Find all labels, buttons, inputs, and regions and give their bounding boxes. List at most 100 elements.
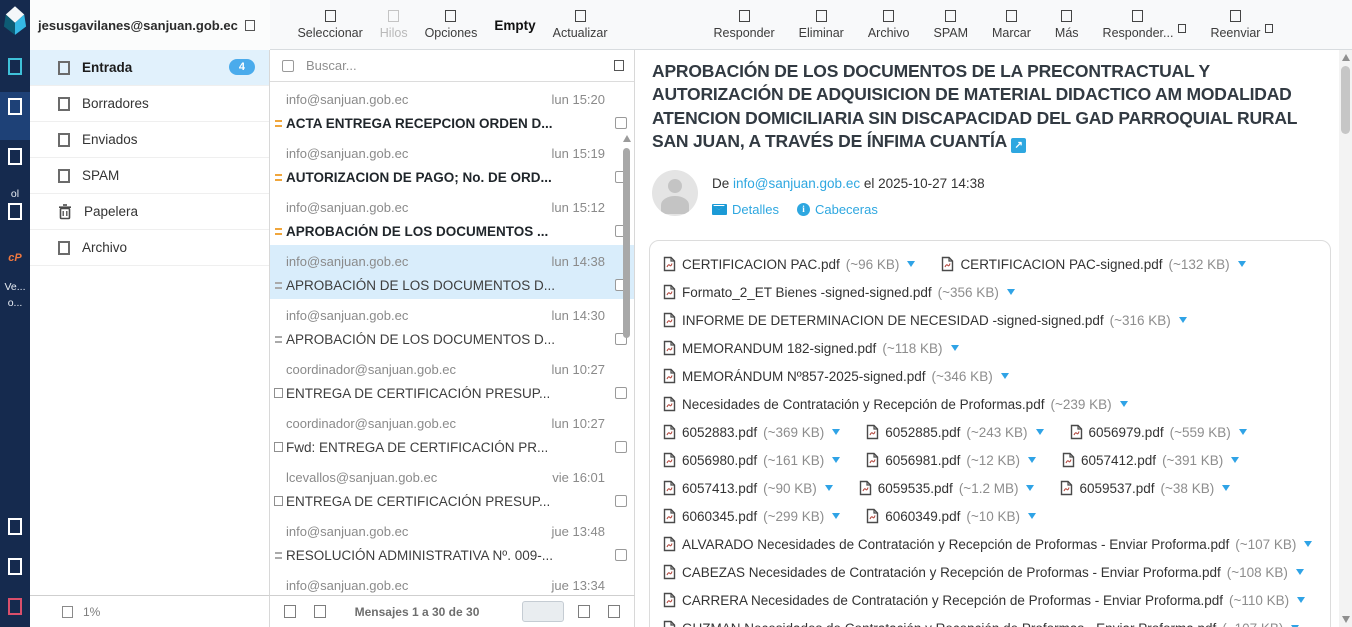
attachment-menu-caret-icon[interactable] <box>832 513 840 519</box>
attachment-menu-caret-icon[interactable] <box>1222 485 1230 491</box>
attachment-menu-caret-icon[interactable] <box>1231 457 1239 463</box>
cabeceras-link[interactable]: iCabeceras <box>797 202 878 217</box>
list-seleccionar-button[interactable]: Seleccionar <box>297 10 362 40</box>
gem-logo-icon[interactable] <box>0 0 30 42</box>
attachment-menu-caret-icon[interactable] <box>1179 317 1187 323</box>
attachment-chip[interactable]: ALVARADO Necesidades de Contratación y R… <box>663 536 1312 552</box>
message-sender-row[interactable]: info@sanjuan.gob.ecjue 13:48 <box>270 515 635 541</box>
list-empty-button[interactable]: Empty <box>494 18 535 33</box>
detalles-link[interactable]: Detalles <box>712 202 779 217</box>
attachment-chip[interactable]: 6052885.pdf(~243 KB) <box>866 424 1043 440</box>
sender-email-link[interactable]: info@sanjuan.gob.ec <box>733 176 860 191</box>
list-item[interactable]: coordinador@sanjuan.gob.eclun 10:27ENTRE… <box>270 353 635 407</box>
app-icon-mail[interactable] <box>0 98 30 115</box>
app-icon-6[interactable] <box>0 598 30 615</box>
attachment-menu-caret-icon[interactable] <box>1007 289 1015 295</box>
tab-label-truncated-2[interactable]: Ve... <box>0 281 30 293</box>
attachment-chip[interactable]: MEMORANDUM 182-signed.pdf(~118 KB) <box>663 340 959 356</box>
msg-spam-button[interactable]: SPAM <box>934 10 969 40</box>
attachment-chip[interactable]: 6060349.pdf(~10 KB) <box>866 508 1036 524</box>
pager-prev-icon[interactable] <box>314 605 326 618</box>
attachment-chip[interactable]: 6056981.pdf(~12 KB) <box>866 452 1036 468</box>
pager-last-icon[interactable] <box>608 605 620 618</box>
attachment-menu-caret-icon[interactable] <box>907 261 915 267</box>
sidebar-item-enviados[interactable]: Enviados <box>30 122 269 158</box>
scroll-up-icon[interactable] <box>1342 54 1350 61</box>
attachment-chip[interactable]: 6056980.pdf(~161 KB) <box>663 452 840 468</box>
search-input[interactable]: Buscar... <box>306 58 602 73</box>
msg-marcar-button[interactable]: Marcar <box>992 10 1031 40</box>
attachment-chip[interactable]: CERTIFICACION PAC.pdf(~96 KB) <box>663 256 915 272</box>
dropdown-caret-icon[interactable] <box>1265 24 1273 33</box>
pager-first-icon[interactable] <box>284 605 296 618</box>
attachment-chip[interactable]: Formato_2_ET Bienes -signed-signed.pdf(~… <box>663 284 1015 300</box>
message-sender-row[interactable]: info@sanjuan.gob.eclun 15:12 <box>270 191 635 217</box>
app-icon-1[interactable] <box>0 58 30 75</box>
attachment-menu-caret-icon[interactable] <box>832 457 840 463</box>
message-sender-row[interactable]: coordinador@sanjuan.gob.eclun 10:27 <box>270 353 635 379</box>
scroll-up-icon[interactable] <box>623 135 631 142</box>
msg-responder-button[interactable]: Responder... <box>1103 10 1174 40</box>
attachment-menu-caret-icon[interactable] <box>1238 261 1246 267</box>
message-sender-row[interactable]: info@sanjuan.gob.eclun 14:38 <box>270 245 635 271</box>
attachment-menu-caret-icon[interactable] <box>1028 513 1036 519</box>
sidebar-item-papelera[interactable]: Papelera <box>30 194 269 230</box>
attachment-chip[interactable]: GUZMAN Necesidades de Contratación y Rec… <box>663 620 1299 627</box>
list-item[interactable]: info@sanjuan.gob.eclun 15:19AUTORIZACION… <box>270 137 635 191</box>
message-subject-row[interactable]: Fwd: ENTREGA DE CERTIFICACIÓN PR... <box>270 433 635 461</box>
sidebar-item-borradores[interactable]: Borradores <box>30 86 269 122</box>
message-subject-row[interactable]: AUTORIZACION DE PAGO; No. DE ORD... <box>270 163 635 191</box>
scrollbar-thumb[interactable] <box>623 148 630 338</box>
attachment-chip[interactable]: 6057413.pdf(~90 KB) <box>663 480 833 496</box>
attachment-menu-caret-icon[interactable] <box>1026 485 1034 491</box>
list-item[interactable]: info@sanjuan.gob.eclun 14:30APROBACIÓN D… <box>270 299 635 353</box>
attachment-chip[interactable]: 6059537.pdf(~38 KB) <box>1060 480 1230 496</box>
list-item[interactable]: lcevallos@sanjuan.gob.ecvie 16:01ENTREGA… <box>270 461 635 515</box>
open-in-new-window-icon[interactable]: ↗ <box>1011 138 1026 153</box>
attachment-menu-caret-icon[interactable] <box>1296 569 1304 575</box>
attachment-chip[interactable]: CARRERA Necesidades de Contratación y Re… <box>663 592 1305 608</box>
message-subject-row[interactable]: APROBACIÓN DE LOS DOCUMENTOS D... <box>270 325 635 353</box>
scrollbar-thumb[interactable] <box>1341 66 1350 134</box>
pager-next-icon[interactable] <box>578 605 590 618</box>
attachment-menu-caret-icon[interactable] <box>825 485 833 491</box>
search-options-icon[interactable] <box>614 60 624 71</box>
attachment-menu-caret-icon[interactable] <box>1120 401 1128 407</box>
message-sender-row[interactable]: coordinador@sanjuan.gob.eclun 10:27 <box>270 407 635 433</box>
attachment-menu-caret-icon[interactable] <box>1036 429 1044 435</box>
attachment-chip[interactable]: 6057412.pdf(~391 KB) <box>1062 452 1239 468</box>
message-subject-row[interactable]: APROBACIÓN DE LOS DOCUMENTOS ... <box>270 217 635 245</box>
message-list-scrollbar[interactable] <box>623 135 631 595</box>
attachment-menu-caret-icon[interactable] <box>832 429 840 435</box>
msg-m-s-button[interactable]: Más <box>1055 10 1079 40</box>
msg-reenviar-button[interactable]: Reenviar <box>1210 10 1260 40</box>
list-item[interactable]: info@sanjuan.gob.ecjue 13:34 <box>270 569 635 595</box>
attachment-chip[interactable]: 6060345.pdf(~299 KB) <box>663 508 840 524</box>
attachment-chip[interactable]: 6056979.pdf(~559 KB) <box>1070 424 1247 440</box>
attachment-menu-caret-icon[interactable] <box>951 345 959 351</box>
app-icon-4[interactable] <box>0 518 30 535</box>
list-item[interactable]: coordinador@sanjuan.gob.eclun 10:27Fwd: … <box>270 407 635 461</box>
list-item[interactable]: info@sanjuan.gob.eclun 15:12APROBACIÓN D… <box>270 191 635 245</box>
list-opciones-button[interactable]: Opciones <box>425 10 478 40</box>
attachment-menu-caret-icon[interactable] <box>1001 373 1009 379</box>
msg-archivo-button[interactable]: Archivo <box>868 10 910 40</box>
attachment-chip[interactable]: Necesidades de Contratación y Recepción … <box>663 396 1128 412</box>
message-sender-row[interactable]: info@sanjuan.gob.ecjue 13:34 <box>270 569 635 595</box>
list-item[interactable]: info@sanjuan.gob.eclun 14:38APROBACIÓN D… <box>270 245 635 299</box>
message-sender-row[interactable]: info@sanjuan.gob.eclun 15:19 <box>270 137 635 163</box>
message-subject-row[interactable]: ENTREGA DE CERTIFICACIÓN PRESUP... <box>270 487 635 515</box>
select-all-checkbox[interactable] <box>282 60 294 72</box>
message-checkbox[interactable] <box>615 117 627 129</box>
app-icon-5[interactable] <box>0 558 30 575</box>
list-item[interactable]: info@sanjuan.gob.eclun 15:20ACTA ENTREGA… <box>270 83 635 137</box>
attachment-chip[interactable]: CERTIFICACION PAC-signed.pdf(~132 KB) <box>941 256 1245 272</box>
attachment-menu-caret-icon[interactable] <box>1297 597 1305 603</box>
sidebar-item-spam[interactable]: SPAM <box>30 158 269 194</box>
attachment-chip[interactable]: INFORME DE DETERMINACION DE NECESIDAD -s… <box>663 312 1187 328</box>
message-sender-row[interactable]: info@sanjuan.gob.eclun 14:30 <box>270 299 635 325</box>
attachment-menu-caret-icon[interactable] <box>1239 429 1247 435</box>
attachment-chip[interactable]: MEMORÁNDUM Nº857-2025-signed.pdf(~346 KB… <box>663 368 1009 384</box>
scroll-down-icon[interactable] <box>1342 616 1350 623</box>
pager-page-input[interactable] <box>522 601 564 622</box>
